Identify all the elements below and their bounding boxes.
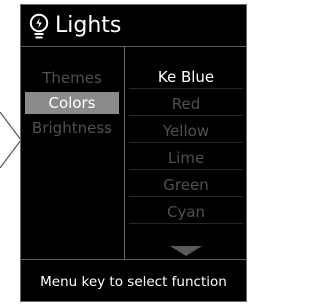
category-item-themes[interactable]: Themes — [25, 67, 119, 89]
category-item-colors[interactable]: Colors — [25, 92, 119, 114]
lightbulb-icon — [29, 13, 49, 39]
color-option-cyan[interactable]: Cyan — [129, 201, 243, 224]
color-options-list: Ke Blue Red Yellow Lime Green Cyan — [124, 47, 246, 259]
menu-header: Lights — [21, 5, 246, 47]
chevron-down-icon[interactable] — [170, 246, 202, 256]
category-list: Themes Colors Brightness — [21, 47, 123, 259]
color-option-ke-blue[interactable]: Ke Blue — [129, 66, 243, 89]
lights-menu-panel: Lights Themes Colors Brightness Ke Blue … — [20, 4, 247, 302]
page-title: Lights — [55, 13, 122, 38]
color-option-green[interactable]: Green — [129, 174, 243, 197]
color-option-lime[interactable]: Lime — [129, 147, 243, 170]
color-option-red[interactable]: Red — [129, 93, 243, 116]
color-option-yellow[interactable]: Yellow — [129, 120, 243, 143]
footer-hint: Menu key to select function — [21, 259, 246, 301]
category-item-brightness[interactable]: Brightness — [25, 117, 119, 139]
